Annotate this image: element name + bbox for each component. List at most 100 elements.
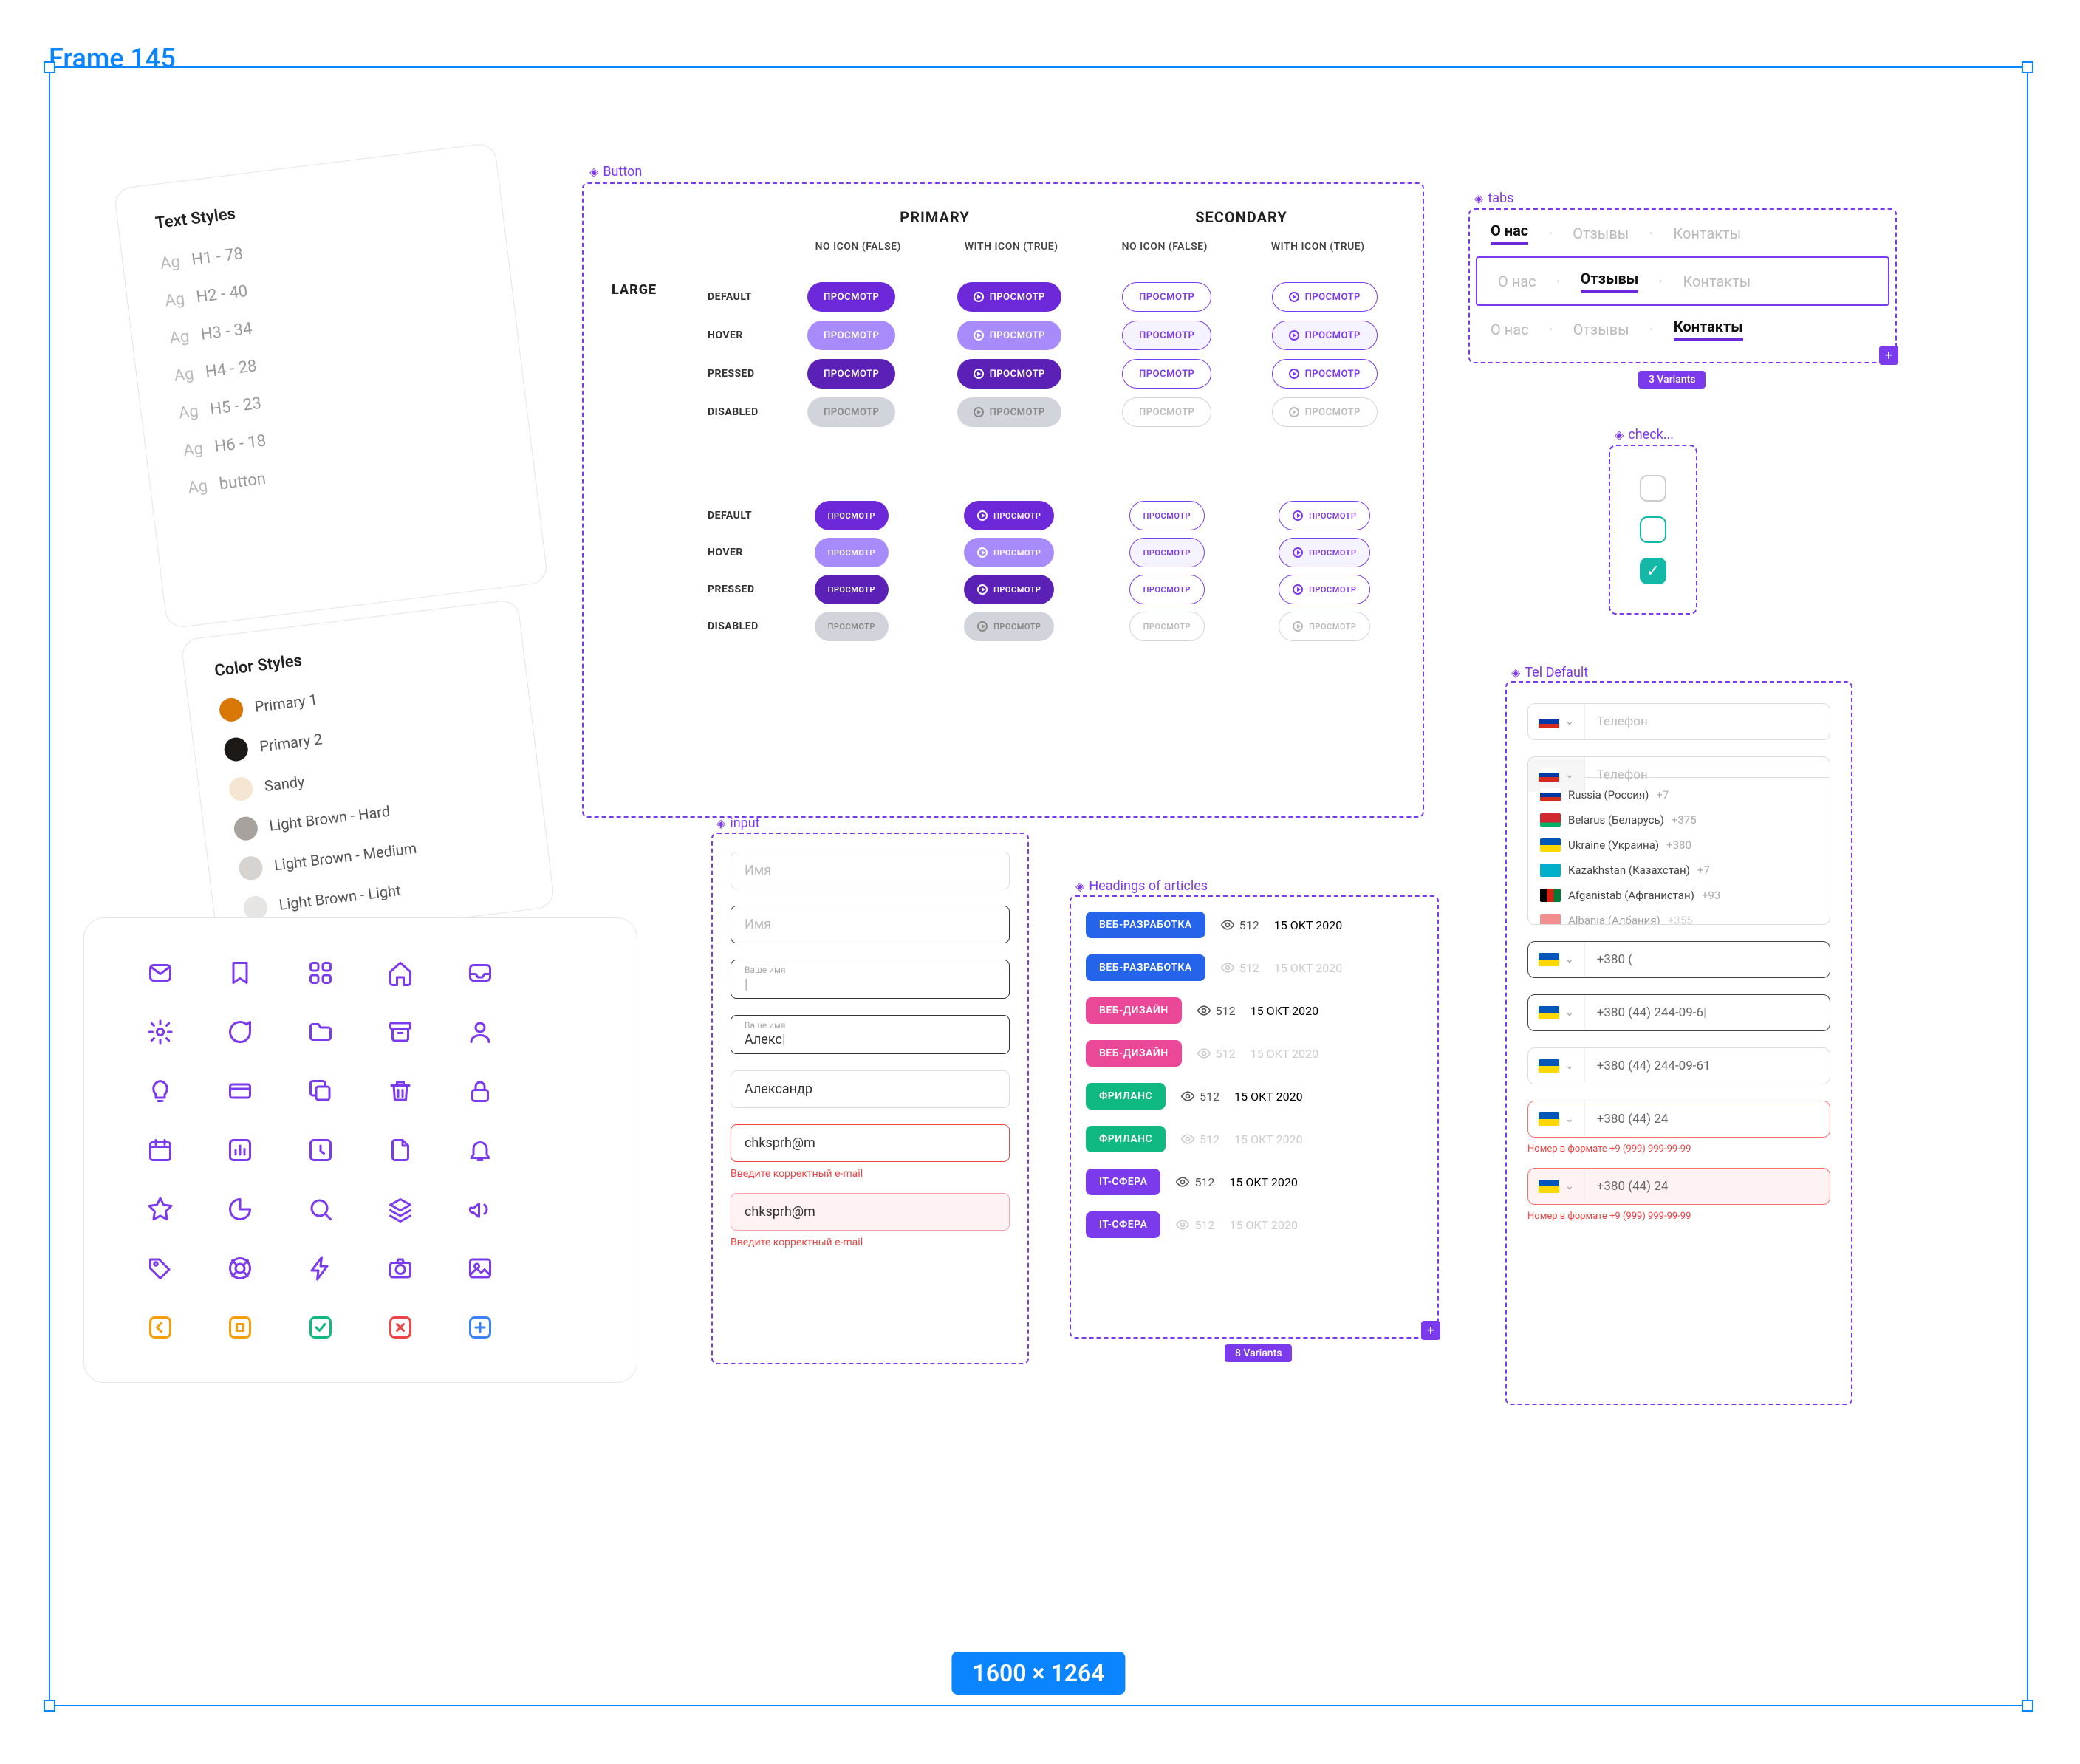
heading-row[interactable]: ФРИЛАНС51215 ОКТ 2020 <box>1086 1126 1423 1152</box>
tabs-variant-3[interactable]: О нас•Отзывы•Контакты <box>1470 306 1895 352</box>
folder-icon[interactable] <box>306 1017 335 1047</box>
tel-input-error[interactable]: ⌄+380 (44) 24 <box>1528 1101 1830 1138</box>
selection-handle-tl[interactable] <box>44 61 55 73</box>
chevron-down-icon[interactable]: ⌄ <box>1565 954 1574 965</box>
text-styles-card[interactable]: Text Styles AgH1 - 78 AgH2 - 40 AgH3 - 3… <box>113 143 548 629</box>
primary-icon-button-sm[interactable]: ПРОСМОТР <box>964 501 1054 530</box>
primary-icon-button-sm-pressed[interactable]: ПРОСМОТР <box>964 575 1054 604</box>
secondary-button-sm-hover[interactable]: ПРОСМОТР <box>1129 538 1205 567</box>
color-styles-card[interactable]: Color Styles Primary 1 Primary 2 Sandy L… <box>180 599 555 948</box>
star-icon[interactable] <box>146 1194 175 1224</box>
file-icon[interactable] <box>386 1135 415 1165</box>
input-focused-empty[interactable]: Имя <box>731 906 1010 943</box>
icons-card[interactable] <box>83 917 637 1383</box>
bulb-icon[interactable] <box>146 1076 175 1106</box>
selection-handle-br[interactable] <box>2022 1700 2033 1712</box>
heading-row[interactable]: ФРИЛАНС51215 ОКТ 2020 <box>1086 1083 1423 1110</box>
add-variant-button[interactable]: + <box>1879 346 1898 365</box>
heading-row[interactable]: ВЕБ-РАЗРАБОТКА51215 ОКТ 2020 <box>1086 954 1423 981</box>
primary-button-hover[interactable]: ПРОСМОТР <box>807 321 895 350</box>
tabs-variant-1[interactable]: О нас•Отзывы•Контакты <box>1470 210 1895 256</box>
tag-icon[interactable] <box>146 1254 175 1283</box>
clock-icon[interactable] <box>306 1135 335 1165</box>
input-error[interactable]: chksprh@m <box>731 1124 1010 1162</box>
input-component-label[interactable]: input <box>716 816 760 831</box>
primary-icon-button-pressed[interactable]: ПРОСМОТР <box>957 359 1061 389</box>
chevron-down-icon[interactable]: ⌄ <box>1565 769 1574 781</box>
country-option[interactable]: Kazakhstan (Казахстан)+7 <box>1528 858 1830 883</box>
copy-icon[interactable] <box>306 1076 335 1106</box>
bookmark-icon[interactable] <box>225 958 255 988</box>
primary-button-sm[interactable]: ПРОСМОТР <box>815 501 889 530</box>
chart-icon[interactable] <box>225 1135 255 1165</box>
input-focused-typing[interactable]: Ваше имя| <box>731 960 1010 999</box>
pie-icon[interactable] <box>225 1194 255 1224</box>
checkbox-component-label[interactable]: check... <box>1615 427 1674 442</box>
tabs-variant-2[interactable]: О нас•Отзывы•Контакты <box>1476 256 1889 306</box>
trash-icon[interactable] <box>386 1076 415 1106</box>
country-option[interactable]: Ukraine (Украина)+380 <box>1528 833 1830 858</box>
heading-row[interactable]: ВЕБ-ДИЗАЙН51215 ОКТ 2020 <box>1086 1040 1423 1067</box>
checkbox-unchecked[interactable] <box>1640 475 1666 502</box>
check-box-icon[interactable] <box>306 1313 335 1342</box>
tabs-component-frame[interactable]: О нас•Отзывы•Контакты О нас•Отзывы•Конта… <box>1468 208 1897 363</box>
primary-icon-button-hover[interactable]: ПРОСМОТР <box>957 321 1061 350</box>
input-filled[interactable]: Александр <box>731 1070 1010 1108</box>
primary-button-pressed[interactable]: ПРОСМОТР <box>807 359 895 389</box>
secondary-icon-button-sm-hover[interactable]: ПРОСМОТР <box>1279 538 1370 567</box>
flash-icon[interactable] <box>306 1254 335 1283</box>
grid-icon[interactable] <box>306 958 335 988</box>
heading-row[interactable]: ВЕБ-РАЗРАБОТКА51215 ОКТ 2020 <box>1086 912 1423 938</box>
lock-icon[interactable] <box>465 1076 495 1106</box>
calendar-icon[interactable] <box>146 1135 175 1165</box>
chevron-box-icon[interactable] <box>146 1313 175 1342</box>
country-option[interactable]: Albania (Албания)+355 <box>1528 908 1830 925</box>
chevron-down-icon[interactable]: ⌄ <box>1565 1113 1574 1125</box>
input-component-frame[interactable]: Имя Имя Ваше имя| Ваше имяАлекс| Алексан… <box>711 833 1029 1364</box>
checkbox-checked[interactable]: ✓ <box>1640 558 1666 584</box>
selection-handle-tr[interactable] <box>2022 61 2033 73</box>
input-placeholder[interactable]: Имя <box>731 852 1010 889</box>
chevron-down-icon[interactable]: ⌄ <box>1565 1007 1574 1019</box>
layers-icon[interactable] <box>386 1194 415 1224</box>
primary-icon-button-sm-hover[interactable]: ПРОСМОТР <box>964 538 1054 567</box>
archive-icon[interactable] <box>386 1017 415 1047</box>
tel-input-error-bg[interactable]: ⌄+380 (44) 24 <box>1528 1168 1830 1205</box>
tel-input-typing[interactable]: ⌄+380 (44) 244-09-6| <box>1528 994 1830 1031</box>
mail-icon[interactable] <box>146 958 175 988</box>
search-icon[interactable] <box>306 1194 335 1224</box>
heading-row[interactable]: IT-СФЕРА51215 ОКТ 2020 <box>1086 1211 1423 1238</box>
bell-icon[interactable] <box>465 1135 495 1165</box>
selection-handle-bl[interactable] <box>44 1700 55 1712</box>
headings-component-label[interactable]: Headings of articles <box>1075 878 1208 894</box>
chevron-down-icon[interactable]: ⌄ <box>1565 716 1574 728</box>
primary-icon-button[interactable]: ПРОСМОТР <box>957 282 1061 312</box>
user-icon[interactable] <box>465 1017 495 1047</box>
secondary-button-sm-pressed[interactable]: ПРОСМОТР <box>1129 575 1205 604</box>
chevron-down-icon[interactable]: ⌄ <box>1565 1060 1574 1072</box>
chat-icon[interactable] <box>225 1017 255 1047</box>
chevron-down-icon[interactable]: ⌄ <box>1565 1180 1574 1192</box>
secondary-button-sm[interactable]: ПРОСМОТР <box>1129 501 1205 530</box>
country-option[interactable]: Belarus (Беларусь)+375 <box>1528 807 1830 833</box>
tabs-component-label[interactable]: tabs <box>1474 191 1513 206</box>
checkbox-component-frame[interactable]: ✓ <box>1609 445 1697 615</box>
camera-icon[interactable] <box>386 1254 415 1283</box>
tel-input-partial[interactable]: ⌄+380 ( <box>1528 941 1830 978</box>
stop-icon[interactable] <box>225 1313 255 1342</box>
button-component-label[interactable]: Button <box>589 164 642 180</box>
headings-component-frame[interactable]: ВЕБ-РАЗРАБОТКА51215 ОКТ 2020 ВЕБ-РАЗРАБО… <box>1070 895 1439 1339</box>
heading-row[interactable]: ВЕБ-ДИЗАЙН51215 ОКТ 2020 <box>1086 997 1423 1024</box>
secondary-button-pressed[interactable]: ПРОСМОТР <box>1122 359 1211 389</box>
inbox-icon[interactable] <box>465 958 495 988</box>
settings-icon[interactable] <box>146 1017 175 1047</box>
secondary-icon-button-sm[interactable]: ПРОСМОТР <box>1279 501 1370 530</box>
design-canvas[interactable]: Text Styles AgH1 - 78 AgH2 - 40 AgH3 - 3… <box>49 66 2028 1706</box>
plus-box-icon[interactable] <box>465 1313 495 1342</box>
secondary-icon-button-hover[interactable]: ПРОСМОТР <box>1272 321 1378 350</box>
country-option[interactable]: Afganistab (Афганистан)+93 <box>1528 883 1830 908</box>
input-error-bg[interactable]: chksprh@m <box>731 1193 1010 1231</box>
primary-button-sm-hover[interactable]: ПРОСМОТР <box>815 538 889 567</box>
tel-input-default[interactable]: ⌄Телефон <box>1528 703 1830 740</box>
image-icon[interactable] <box>465 1254 495 1283</box>
